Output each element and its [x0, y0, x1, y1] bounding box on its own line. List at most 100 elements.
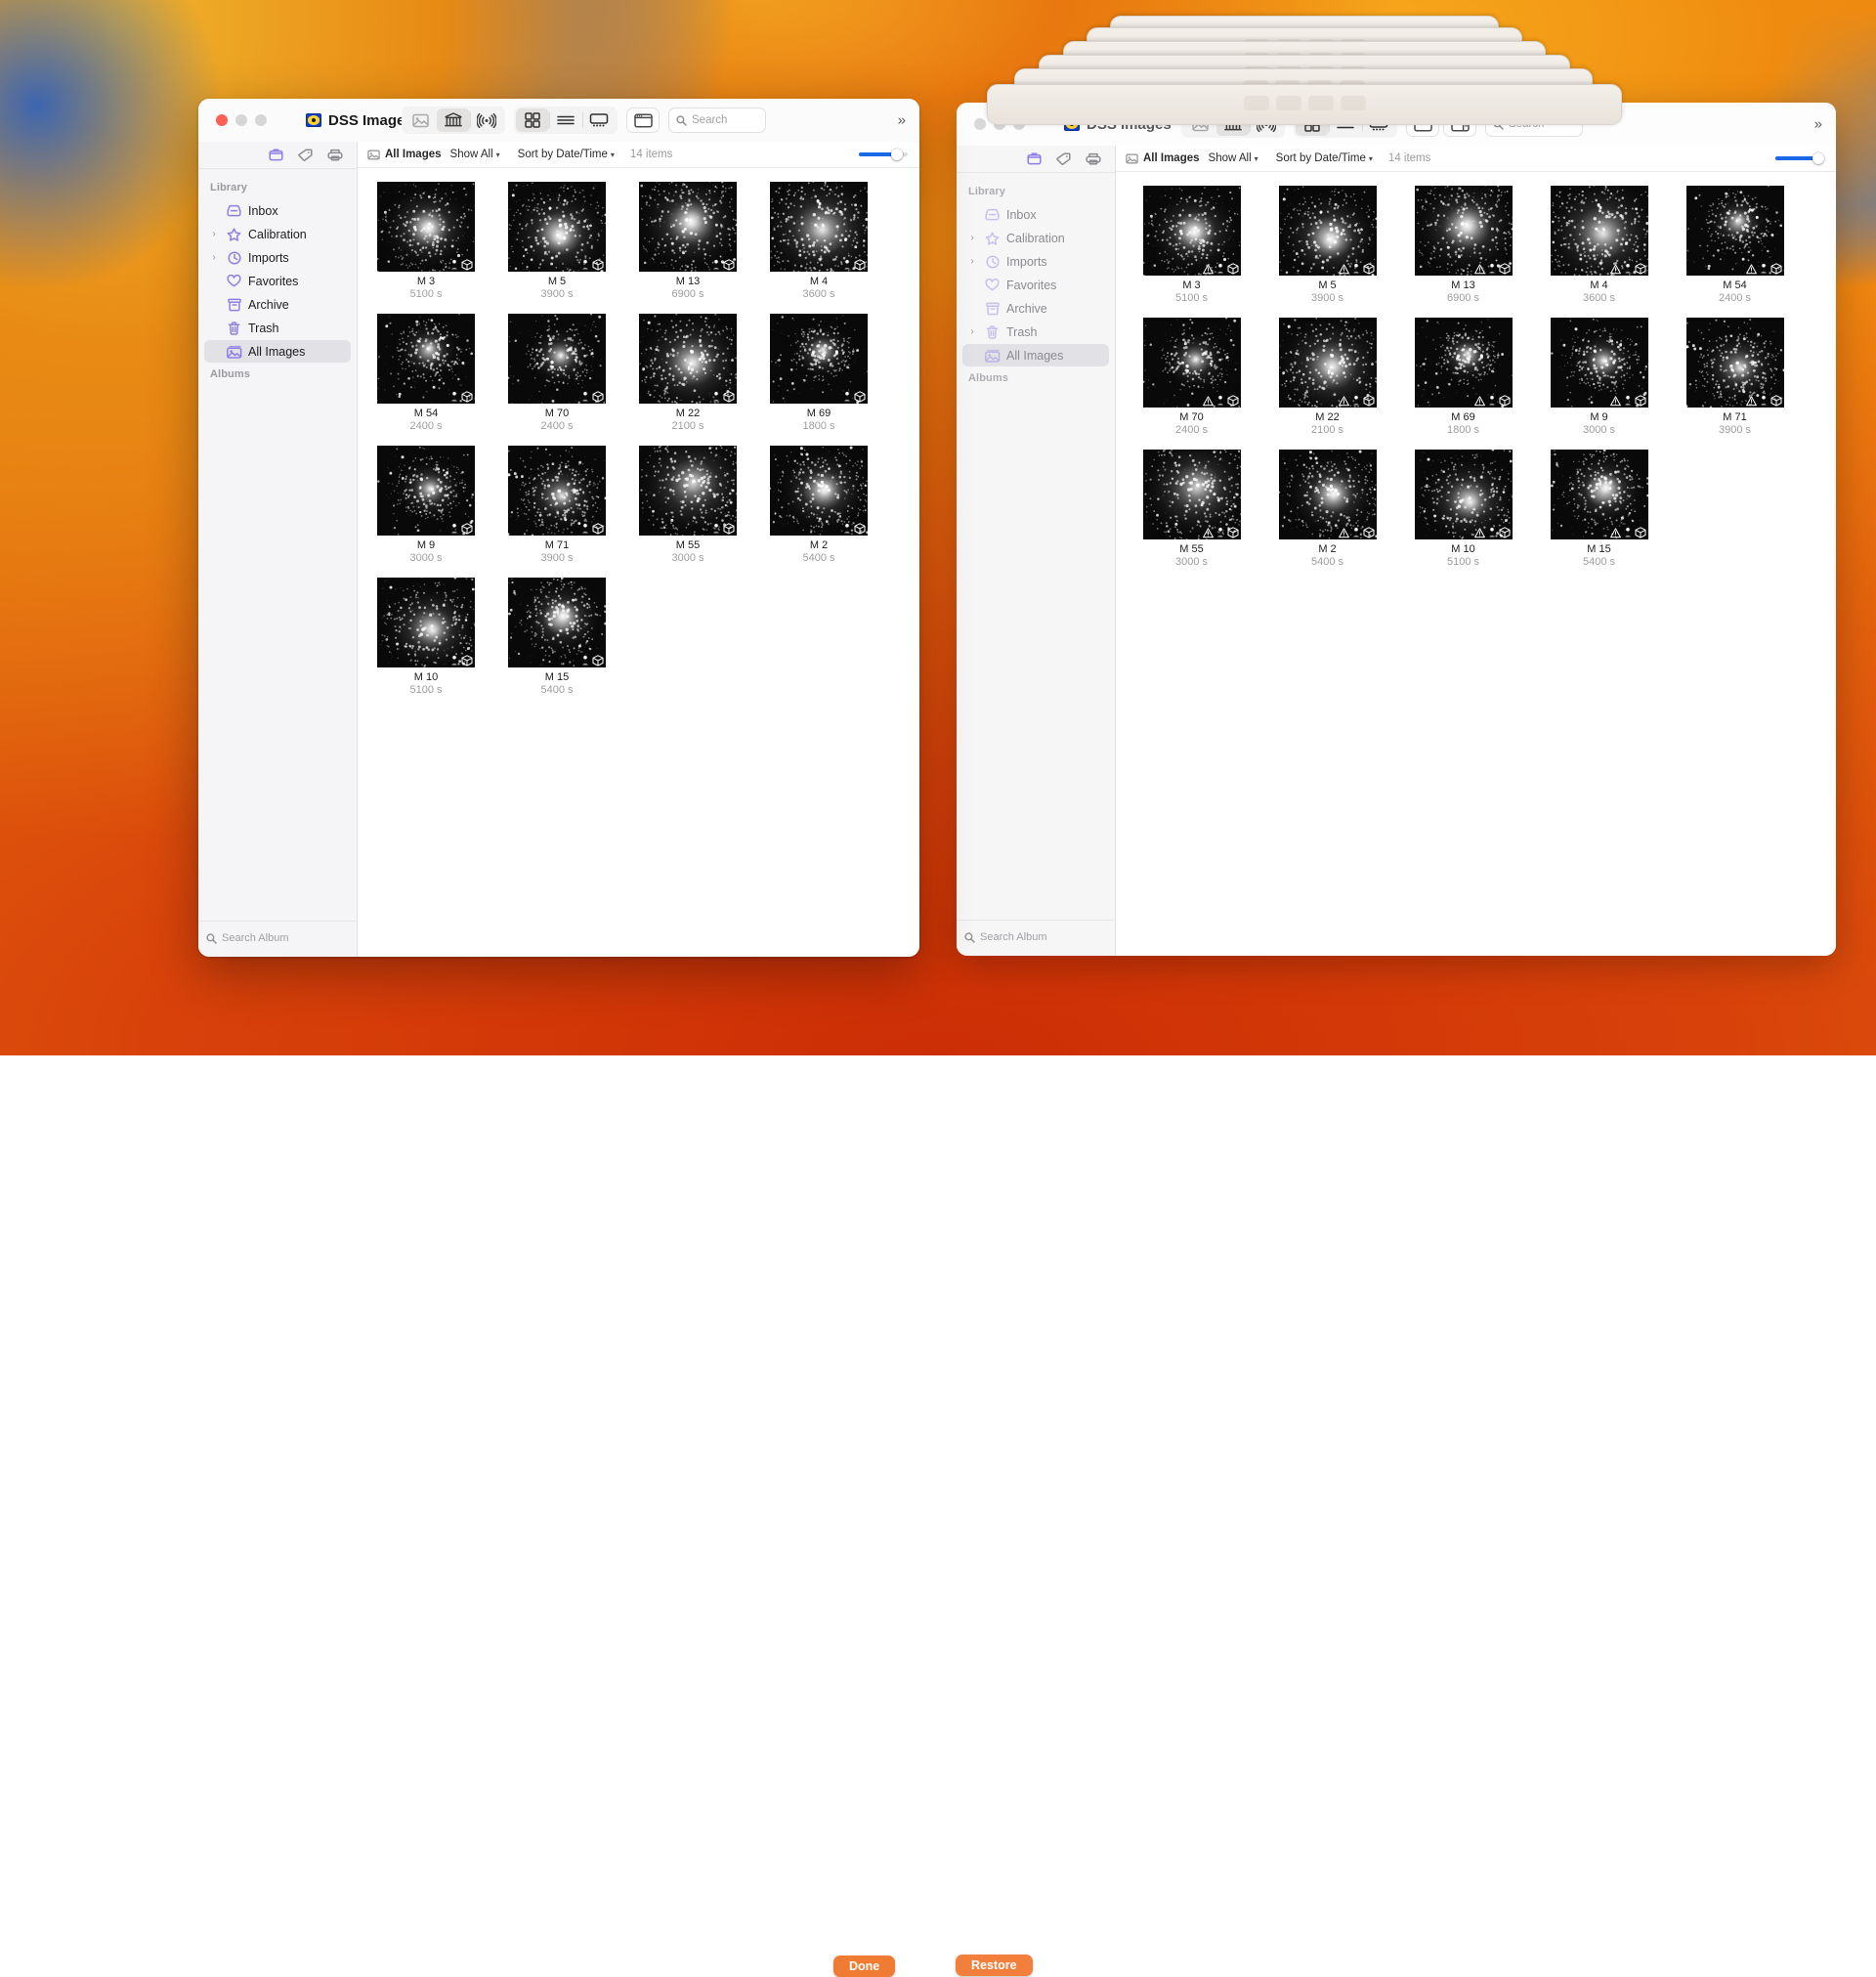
image-thumbnail[interactable] — [377, 182, 475, 272]
image-cell[interactable]: M 9 3000 s — [365, 446, 487, 564]
image-cell[interactable]: M 4 3600 s — [758, 182, 879, 300]
grid-view-icon[interactable] — [516, 108, 549, 132]
show-filter-popup[interactable]: Show All ▾ — [450, 149, 500, 160]
close-button[interactable] — [974, 118, 986, 130]
album-search-field[interactable]: Search Album — [964, 927, 1107, 947]
sidebar-item-favorites[interactable]: Favorites — [962, 274, 1109, 296]
image-thumbnail[interactable] — [770, 446, 868, 536]
image-cell[interactable]: M 22 2100 s — [627, 314, 748, 432]
sort-popup[interactable]: Sort by Date/Time ▾ — [1276, 152, 1373, 164]
sidebar-item-all-images[interactable]: All Images — [204, 340, 351, 363]
close-button[interactable] — [216, 114, 228, 126]
image-thumbnail[interactable] — [1143, 450, 1241, 539]
image-cell[interactable]: M 4 3600 s — [1531, 186, 1667, 304]
done-button[interactable]: Done — [833, 1956, 895, 1977]
image-cell[interactable]: M 5 3900 s — [1259, 186, 1395, 304]
search-field[interactable] — [668, 107, 766, 133]
image-cell[interactable]: M 9 3000 s — [1531, 318, 1667, 436]
image-thumbnail[interactable] — [1279, 318, 1377, 408]
printer-tab-icon[interactable] — [1086, 152, 1101, 165]
chevron-right-icon[interactable]: › — [208, 253, 220, 263]
image-cell[interactable]: M 55 3000 s — [1124, 450, 1259, 568]
image-cell[interactable]: M 54 2400 s — [1667, 186, 1803, 304]
image-thumbnail[interactable] — [1279, 186, 1377, 276]
window-titlebar[interactable]: DSS Images ∨ » — [198, 99, 919, 142]
image-thumbnail[interactable] — [508, 446, 606, 536]
image-cell[interactable]: M 10 5100 s — [1395, 450, 1531, 568]
image-cell[interactable]: M 5 3900 s — [496, 182, 618, 300]
image-thumbnail[interactable] — [1686, 186, 1784, 276]
photos-icon[interactable] — [404, 108, 437, 132]
tag-tab-icon[interactable] — [298, 149, 313, 161]
folder-tab-icon[interactable] — [269, 149, 283, 161]
image-thumbnail[interactable] — [639, 182, 737, 272]
image-thumbnail[interactable] — [639, 314, 737, 404]
folder-tab-icon[interactable] — [1027, 152, 1042, 165]
image-thumbnail[interactable] — [508, 314, 606, 404]
image-cell[interactable]: M 70 2400 s — [1124, 318, 1259, 436]
image-cell[interactable]: M 54 2400 s — [365, 314, 487, 432]
album-search-field[interactable]: Search Album — [206, 928, 349, 948]
sidebar-item-inbox[interactable]: Inbox — [962, 203, 1109, 226]
current-document-window[interactable]: DSS Images ∨ » Library Inbox › — [198, 99, 919, 957]
image-thumbnail[interactable] — [1143, 186, 1241, 276]
search-input[interactable] — [692, 114, 758, 126]
sidebar-item-archive[interactable]: Archive — [962, 297, 1109, 320]
image-cell[interactable]: M 3 5100 s — [1124, 186, 1259, 304]
filmstrip-view-icon[interactable] — [582, 108, 616, 132]
image-cell[interactable]: M 15 5400 s — [1531, 450, 1667, 568]
image-thumbnail[interactable] — [377, 314, 475, 404]
image-cell[interactable]: M 69 1800 s — [1395, 318, 1531, 436]
tag-tab-icon[interactable] — [1056, 152, 1071, 165]
image-thumbnail[interactable] — [1143, 318, 1241, 408]
sidebar-item-imports[interactable]: › Imports — [962, 250, 1109, 273]
printer-tab-icon[interactable] — [327, 149, 343, 161]
sidebar-item-calibration[interactable]: › Calibration — [204, 223, 351, 245]
image-thumbnail[interactable] — [508, 578, 606, 667]
sidebar-item-archive[interactable]: Archive — [204, 293, 351, 316]
sidebar-item-trash[interactable]: › Trash — [962, 321, 1109, 343]
image-cell[interactable]: M 3 5100 s — [365, 182, 487, 300]
image-thumbnail[interactable] — [1551, 186, 1648, 276]
sidebar-item-imports[interactable]: › Imports — [204, 246, 351, 269]
window-controls[interactable] — [216, 114, 267, 126]
show-filter-popup[interactable]: Show All ▾ — [1209, 152, 1258, 164]
sidebar-item-favorites[interactable]: Favorites — [204, 270, 351, 292]
toolbar-overflow-button[interactable]: » — [898, 113, 906, 128]
image-thumbnail[interactable] — [1415, 450, 1513, 539]
toolbar-overflow-button[interactable]: » — [1814, 117, 1822, 132]
broadcast-icon[interactable] — [470, 108, 503, 132]
image-cell[interactable]: M 13 6900 s — [1395, 186, 1531, 304]
minimize-button[interactable] — [235, 114, 247, 126]
backup-window[interactable]: DSS Images » Library Inbox › — [957, 103, 1836, 956]
image-thumbnail[interactable] — [639, 446, 737, 536]
backup-stack-card[interactable] — [987, 84, 1622, 125]
image-thumbnail[interactable] — [377, 578, 475, 667]
sidebar-tabs[interactable] — [198, 142, 357, 169]
thumbnail-size-slider[interactable] — [859, 152, 908, 156]
sidebar-item-calibration[interactable]: › Calibration — [962, 227, 1109, 249]
image-cell[interactable]: M 71 3900 s — [496, 446, 618, 564]
toolbar[interactable] — [402, 107, 766, 134]
chevron-right-icon[interactable]: › — [966, 257, 978, 267]
image-cell[interactable]: M 55 3000 s — [627, 446, 748, 564]
sort-popup[interactable]: Sort by Date/Time ▾ — [518, 149, 615, 160]
image-cell[interactable]: M 70 2400 s — [496, 314, 618, 432]
list-view-icon[interactable] — [549, 108, 582, 132]
image-cell[interactable]: M 10 5100 s — [365, 578, 487, 696]
sidebar-item-inbox[interactable]: Inbox — [204, 199, 351, 222]
sidebar-tabs[interactable] — [957, 146, 1115, 173]
image-thumbnail[interactable] — [1415, 318, 1513, 408]
image-thumbnail[interactable] — [770, 182, 868, 272]
panel-toggle-group[interactable] — [626, 107, 660, 134]
sidebar-item-trash[interactable]: Trash — [204, 317, 351, 339]
image-cell[interactable]: M 15 5400 s — [496, 578, 618, 696]
chevron-right-icon[interactable]: › — [966, 234, 978, 243]
restore-button[interactable]: Restore — [956, 1955, 1033, 1976]
view-mode-segment[interactable] — [514, 107, 618, 134]
image-cell[interactable]: M 69 1800 s — [758, 314, 879, 432]
image-thumbnail[interactable] — [770, 314, 868, 404]
sidebar-item-all-images[interactable]: All Images — [962, 344, 1109, 366]
inspector-panel-icon[interactable] — [626, 107, 660, 133]
image-cell[interactable]: M 2 5400 s — [1259, 450, 1395, 568]
